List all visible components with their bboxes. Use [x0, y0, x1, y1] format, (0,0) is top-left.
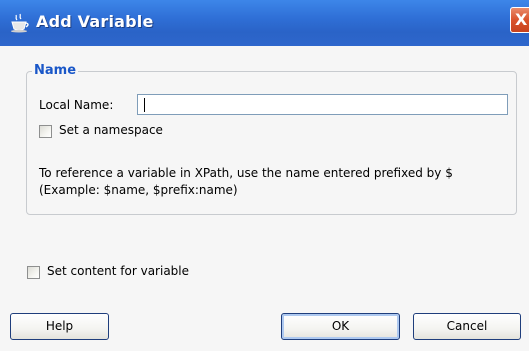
ok-button-label: OK [331, 319, 350, 333]
set-namespace-label[interactable]: Set a namespace [59, 123, 163, 137]
help-button-label: Help [45, 319, 74, 333]
text-caret [144, 98, 145, 112]
close-button[interactable]: X [510, 7, 529, 33]
close-icon: X [515, 10, 528, 29]
local-name-label: Local Name: [39, 98, 114, 112]
xpath-hint-line-1: To reference a variable in XPath, use th… [39, 166, 453, 180]
cancel-button[interactable]: Cancel [413, 313, 521, 340]
jdeveloper-cup-icon [11, 13, 29, 33]
add-variable-dialog: Add Variable X Name Local Name: Set a na… [0, 0, 529, 351]
ok-button[interactable]: OK [281, 313, 400, 340]
cancel-button-label: Cancel [446, 319, 488, 333]
name-group-legend: Name [32, 63, 79, 78]
title-bar[interactable]: Add Variable X [0, 0, 529, 46]
dialog-title: Add Variable [36, 12, 154, 31]
help-button[interactable]: Help [10, 313, 109, 340]
xpath-hint-line-2: (Example: $name, $prefix:name) [39, 183, 238, 197]
set-content-checkbox[interactable] [27, 266, 40, 279]
local-name-input[interactable] [137, 94, 508, 115]
set-namespace-checkbox[interactable] [39, 125, 52, 138]
set-content-label[interactable]: Set content for variable [47, 264, 189, 278]
